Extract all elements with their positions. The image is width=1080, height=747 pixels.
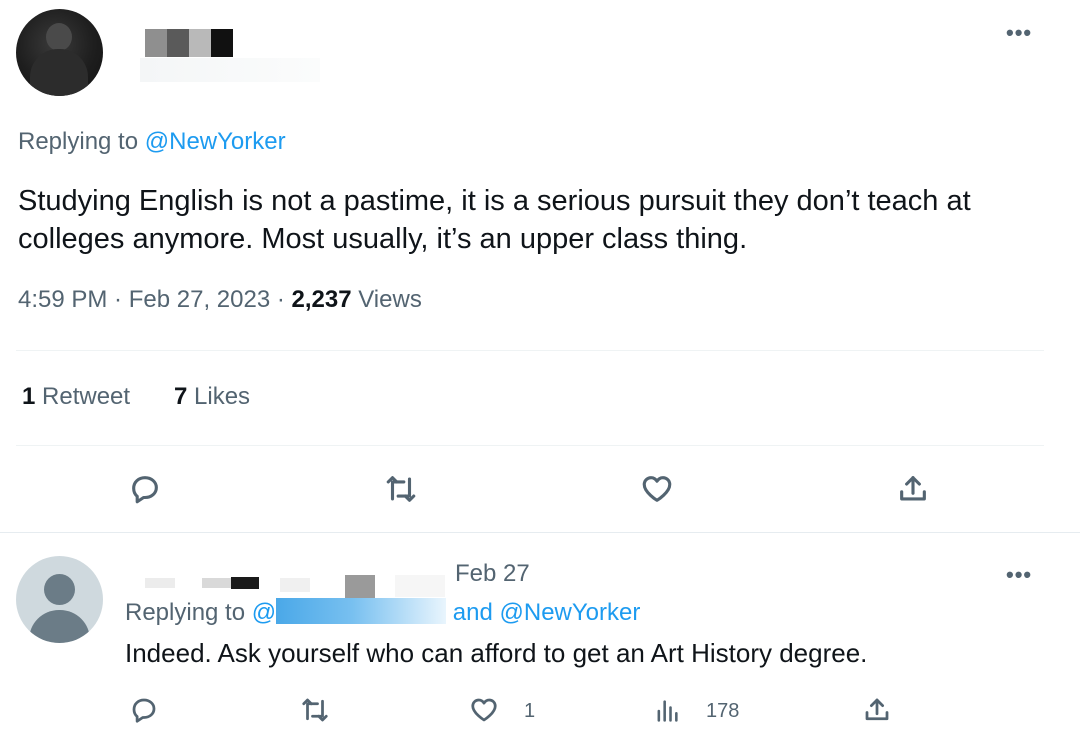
retweet-icon[interactable]: [384, 472, 418, 506]
tweet-time[interactable]: 4:59 PM: [18, 286, 107, 313]
reply-text: Indeed. Ask yourself who can afford to g…: [125, 638, 868, 668]
likes-label: Likes: [187, 383, 251, 410]
like-icon[interactable]: [469, 695, 499, 725]
author-avatar[interactable]: [16, 9, 103, 96]
divider: [16, 445, 1044, 446]
tweet-text: Studying English is not a pastime, it is…: [18, 185, 971, 255]
author-name-redacted[interactable]: [145, 29, 233, 57]
meta-separator: ·: [270, 286, 292, 313]
views-icon[interactable]: [653, 697, 681, 725]
more-options-icon[interactable]: •••: [1006, 20, 1032, 46]
tweet-date[interactable]: Feb 27, 2023: [129, 286, 270, 313]
replying-to-label: Replying to: [18, 128, 145, 155]
views-count: 2,237: [291, 286, 352, 313]
divider: [0, 532, 1080, 533]
replying-to-handle-link[interactable]: @NewYorker: [145, 128, 286, 155]
reply-date[interactable]: Feb 27: [455, 560, 530, 588]
replying-to-others-link[interactable]: and @NewYorker: [446, 599, 641, 626]
avatar-head-shape: [46, 23, 72, 51]
reply-author-avatar[interactable]: [16, 556, 103, 643]
redacted-handle: [276, 598, 447, 624]
views-label: Views: [351, 286, 422, 313]
retweet-icon[interactable]: [300, 695, 330, 725]
more-options-icon[interactable]: •••: [1006, 562, 1032, 588]
retweets-count: 1: [22, 383, 36, 410]
share-icon[interactable]: [896, 472, 930, 506]
reply-views-count: 178: [706, 700, 740, 722]
likes-count: 7: [174, 383, 188, 410]
reply-icon[interactable]: [128, 472, 162, 506]
reply-replying-to-line: Replying to @ and @NewYorker: [125, 598, 640, 627]
divider: [16, 350, 1044, 351]
reply-icon[interactable]: [129, 695, 159, 725]
avatar-body-shape: [30, 49, 88, 96]
meta-separator: ·: [107, 286, 129, 313]
replying-to-label: Replying to: [125, 599, 252, 626]
likes-stat[interactable]: 7 Likes: [174, 383, 250, 411]
author-handle-redacted: [140, 58, 320, 82]
reply-like-count: 1: [524, 700, 536, 722]
retweets-stat[interactable]: 1 Retweet: [22, 383, 130, 411]
replying-to-handle-link[interactable]: @: [252, 599, 276, 626]
avatar-head-shape: [44, 574, 75, 605]
retweets-label: Retweet: [35, 383, 131, 410]
share-icon[interactable]: [862, 695, 892, 725]
replying-to-line: Replying to @NewYorker: [18, 128, 286, 156]
tweet-metadata: 4:59 PM · Feb 27, 2023 · 2,237 Views: [18, 286, 422, 314]
like-icon[interactable]: [640, 472, 674, 506]
avatar-body-shape: [29, 610, 90, 643]
